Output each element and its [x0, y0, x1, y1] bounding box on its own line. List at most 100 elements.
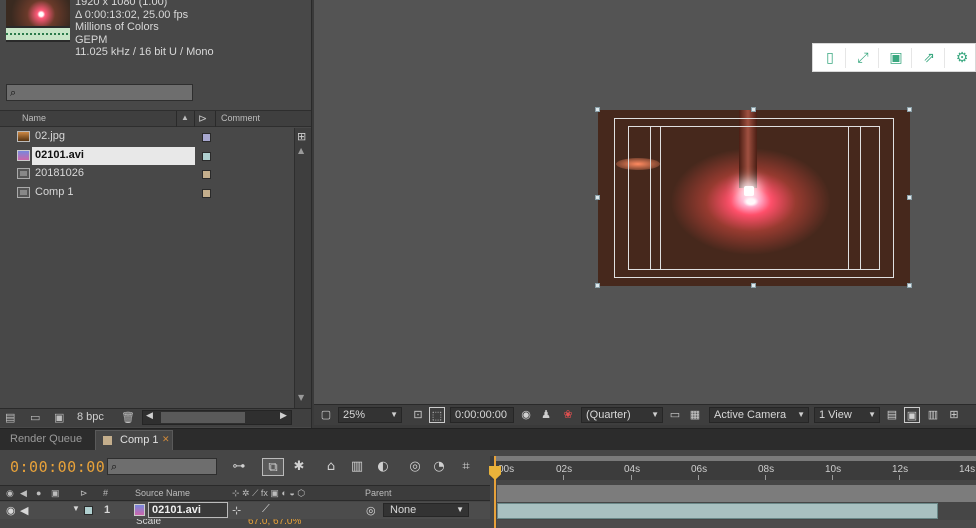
- solo-icon[interactable]: ●: [36, 488, 41, 498]
- flowchart-icon[interactable]: ⊞: [946, 407, 962, 423]
- layer-column-header: ◉ ◀ ● ▣ ⊳ # Source Name ⊹ ✲ ⟋ fx ▣ ◐ ◒ ⬡…: [0, 485, 490, 501]
- views-dropdown[interactable]: 1 View ▼: [814, 407, 880, 423]
- footage-dimensions: 1920 x 1080 (1.00): [75, 0, 168, 8]
- close-icon[interactable]: ✕: [162, 434, 170, 445]
- hide-shy-layers-icon[interactable]: ⌂: [320, 458, 342, 476]
- composition-mini-flowchart-icon[interactable]: ⊶: [228, 458, 250, 476]
- current-time-display[interactable]: 0:00:00:00: [10, 458, 105, 476]
- current-time-field[interactable]: 0:00:00:00: [450, 407, 514, 423]
- transform-handle[interactable]: [907, 283, 912, 288]
- toolbar-divider: [878, 48, 879, 68]
- search-icon: ⌕: [111, 460, 118, 473]
- project-item-comp-1[interactable]: Comp 1: [0, 184, 293, 203]
- project-item-20181026[interactable]: 20181026: [0, 165, 293, 184]
- channels-icon[interactable]: ❀: [560, 407, 576, 423]
- composition-frame[interactable]: [598, 110, 910, 286]
- show-snapshot-icon[interactable]: ♟: [538, 407, 554, 423]
- layer-row[interactable]: ◉ ◀ ▼ 1 02101.avi ⊹ ⟋ ◎ None ▼: [0, 502, 490, 519]
- flowchart-icon[interactable]: ⊞: [297, 130, 306, 143]
- color-depth-button[interactable]: 8 bpc: [77, 411, 104, 423]
- composition-icon: [17, 168, 30, 179]
- layer-name-field[interactable]: 02101.avi: [148, 502, 228, 518]
- label-color-swatch[interactable]: [202, 170, 211, 179]
- audio-speaker-icon[interactable]: ◀: [20, 504, 28, 517]
- interpret-footage-icon[interactable]: ▤: [5, 411, 15, 424]
- project-vertical-scrollbar[interactable]: ⊞ ▲ ▼: [294, 128, 311, 408]
- timeline-search-input[interactable]: ⌕: [107, 458, 217, 475]
- property-row[interactable]: Scale 67.0, 67.0%: [0, 519, 490, 528]
- transform-handle[interactable]: [751, 107, 756, 112]
- layer-duration-bar[interactable]: [497, 503, 938, 519]
- parent-dropdown[interactable]: None ▼: [383, 503, 469, 517]
- comment-column-header[interactable]: Comment: [221, 113, 260, 123]
- quality-switch-icon[interactable]: ⟋: [262, 503, 270, 516]
- always-preview-icon[interactable]: ▢: [318, 407, 334, 423]
- project-item-02101-avi[interactable]: 02101.avi: [0, 146, 293, 166]
- tab-comp-1[interactable]: Comp 1 ✕: [95, 430, 173, 451]
- project-item-02-jpg[interactable]: 02.jpg: [0, 128, 293, 147]
- transform-handle[interactable]: [907, 195, 912, 200]
- graph-editor-icon[interactable]: ⌗: [455, 458, 477, 476]
- share-icon[interactable]: ⇗: [918, 47, 940, 69]
- transparency-grid-icon[interactable]: ▦: [687, 407, 703, 423]
- transform-handle[interactable]: [595, 107, 600, 112]
- source-name-header[interactable]: Source Name: [135, 488, 190, 498]
- transform-handle[interactable]: [595, 283, 600, 288]
- toggle-pixel-aspect-icon[interactable]: ▤: [884, 407, 900, 423]
- lock-icon[interactable]: ▣: [51, 488, 60, 499]
- comp-track-area[interactable]: [497, 485, 976, 502]
- snapshot-camera-icon[interactable]: ◉: [518, 407, 534, 423]
- safe-margins-icon[interactable]: ⊡: [410, 407, 426, 423]
- camera-dropdown[interactable]: Active Camera ▼: [709, 407, 809, 423]
- layer-label-swatch[interactable]: [84, 506, 93, 515]
- motion-blur-icon[interactable]: ◐: [372, 458, 394, 476]
- scroll-right-arrow-icon[interactable]: ▶: [280, 411, 287, 421]
- video-file-icon: [17, 149, 30, 161]
- magnification-dropdown[interactable]: 25% ▼: [338, 407, 402, 423]
- live-update-icon[interactable]: ⧉: [262, 458, 284, 476]
- settings-gear-icon[interactable]: ⚙: [951, 47, 973, 69]
- project-horizontal-scrollbar[interactable]: ◀ ▶: [142, 410, 292, 425]
- fullscreen-icon[interactable]: ⤢: [852, 47, 874, 69]
- transform-handle[interactable]: [595, 195, 600, 200]
- timeline-icon[interactable]: ▥: [925, 407, 941, 423]
- region-of-interest-icon[interactable]: ▭: [667, 407, 683, 423]
- trash-icon[interactable]: 🗑: [121, 411, 135, 424]
- sort-ascending-icon[interactable]: ▲: [181, 113, 189, 122]
- layer-switches-icon[interactable]: ⊹ ✲ ⟋ fx ▣ ◐ ◒ ⬡: [232, 488, 305, 499]
- work-area-bar[interactable]: [494, 456, 976, 461]
- draft-3d-icon[interactable]: ✱: [288, 458, 310, 476]
- new-composition-icon[interactable]: ▣: [54, 411, 64, 424]
- tab-render-queue[interactable]: Render Queue: [10, 433, 82, 445]
- expand-triangle-icon[interactable]: ▼: [72, 504, 80, 513]
- mask-visibility-icon[interactable]: ⬚: [429, 407, 445, 423]
- frame-blending-icon[interactable]: ▥: [346, 458, 368, 476]
- label-color-swatch[interactable]: [202, 151, 211, 161]
- time-ruler[interactable]: 00s 02s 04s 06s 08s 10s 12s 14s: [490, 456, 976, 480]
- shy-switch-icon[interactable]: ⊹: [232, 504, 241, 517]
- resolution-dropdown[interactable]: (Quarter) ▼: [581, 407, 663, 423]
- label-tag-icon[interactable]: ⊳: [198, 112, 207, 125]
- transform-handle[interactable]: [751, 283, 756, 288]
- audio-speaker-icon[interactable]: ◀: [20, 488, 27, 499]
- parent-pickwhip-icon[interactable]: ◎: [366, 504, 376, 517]
- scroll-down-arrow-icon[interactable]: ▼: [298, 393, 304, 402]
- label-tag-icon[interactable]: ⊳: [80, 488, 88, 499]
- label-color-swatch[interactable]: [202, 133, 211, 142]
- transform-handle[interactable]: [907, 107, 912, 112]
- scrollbar-thumb[interactable]: [161, 412, 245, 423]
- phone-icon[interactable]: ▯: [819, 47, 841, 69]
- fast-previews-icon[interactable]: ▣: [904, 407, 920, 423]
- project-search-input[interactable]: ⌕: [6, 84, 193, 101]
- save-icon[interactable]: ▣: [885, 47, 907, 69]
- scroll-left-arrow-icon[interactable]: ◀: [146, 411, 153, 421]
- visibility-eye-icon[interactable]: ◉: [6, 504, 16, 517]
- name-column-header[interactable]: Name: [22, 113, 46, 123]
- new-folder-icon[interactable]: ▭: [30, 411, 40, 424]
- property-value[interactable]: 67.0, 67.0%: [248, 519, 301, 527]
- label-color-swatch[interactable]: [202, 188, 211, 198]
- auto-keyframe-icon[interactable]: ◔: [428, 458, 450, 476]
- visibility-eye-icon[interactable]: ◉: [6, 488, 14, 499]
- brainstorm-icon[interactable]: ◎: [404, 458, 426, 476]
- scroll-up-arrow-icon[interactable]: ▲: [298, 146, 304, 155]
